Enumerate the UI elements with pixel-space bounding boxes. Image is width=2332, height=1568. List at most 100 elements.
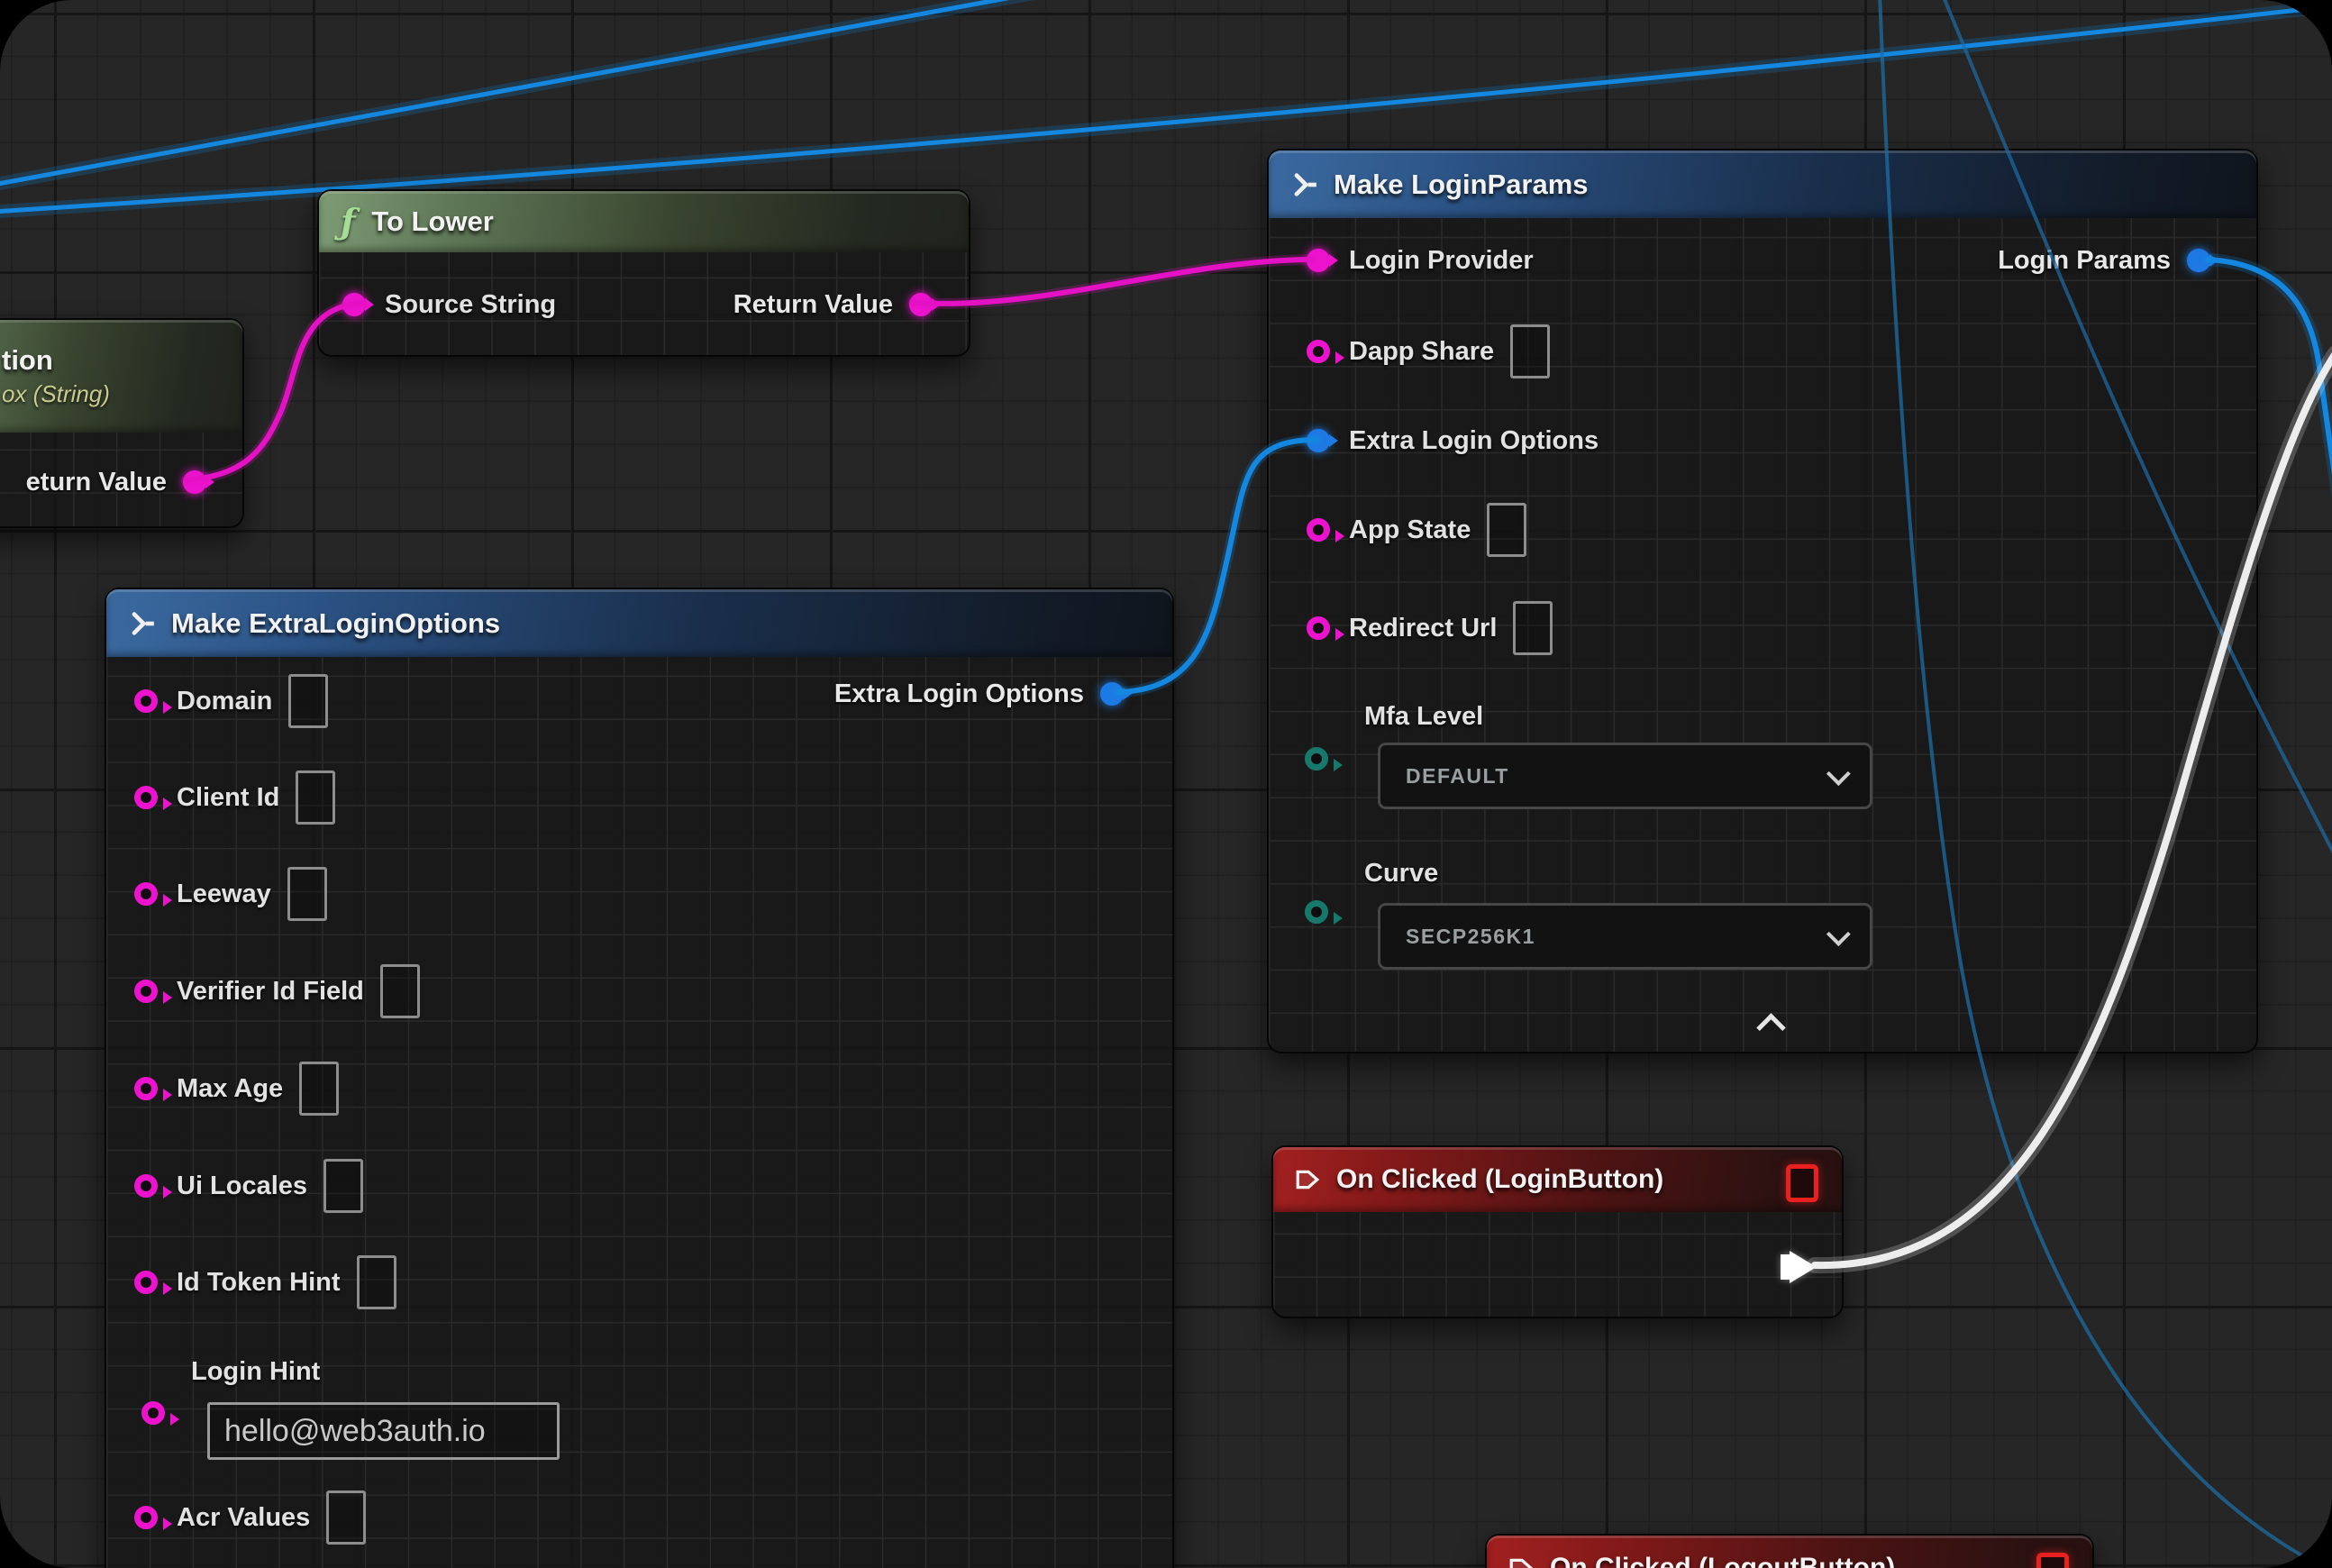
return-value-output-row: eturn Value xyxy=(26,459,206,506)
extra-login-options-output-pin[interactable] xyxy=(1100,682,1124,706)
dapp-share-value-input[interactable] xyxy=(1510,324,1550,378)
dapp-share-row: Dapp Share xyxy=(1307,319,1550,384)
node-on-clicked-logout-title: On Clicked (LogoutButton) xyxy=(1550,1553,1895,1568)
node-make-login-params-title: Make LoginParams xyxy=(1334,169,1589,201)
wire-ambient-blue-top xyxy=(0,0,1036,185)
dropdown-chevron-icon xyxy=(1826,922,1851,946)
redirect-url-value-input[interactable] xyxy=(1513,601,1553,655)
dapp-share-pin[interactable] xyxy=(1307,340,1330,363)
app-state-value-input[interactable] xyxy=(1487,503,1526,557)
ui-locales-value-input[interactable] xyxy=(323,1159,363,1213)
leeway-row: Leeway xyxy=(134,861,327,926)
max-age-value-input[interactable] xyxy=(299,1062,339,1116)
node-make-login-params-header[interactable]: Make LoginParams xyxy=(1269,150,2256,218)
ui-locales-pin[interactable] xyxy=(134,1174,158,1198)
app-state-pin[interactable] xyxy=(1307,518,1330,542)
domain-value-input[interactable] xyxy=(288,674,328,728)
id-token-hint-value-input[interactable] xyxy=(357,1255,396,1309)
id-token-hint-row: Id Token Hint xyxy=(134,1250,396,1315)
wire-to-lower-to-provider-wire xyxy=(914,260,1314,304)
node-get-text-partial[interactable]: tion ox (String) eturn Value xyxy=(0,318,244,528)
max-age-label: Max Age xyxy=(177,1074,283,1104)
redirect-url-label: Redirect Url xyxy=(1349,614,1497,643)
client-id-row: Client Id xyxy=(134,765,335,830)
mfa-level-pin[interactable] xyxy=(1305,747,1328,770)
max-age-row: Max Age xyxy=(134,1056,339,1121)
leeway-label: Leeway xyxy=(177,880,271,909)
node-get-text-header[interactable]: tion ox (String) xyxy=(0,320,242,433)
login-hint-label: Login Hint xyxy=(191,1357,320,1387)
curve-pin[interactable] xyxy=(1305,900,1328,924)
client-id-value-input[interactable] xyxy=(296,770,335,825)
wire-ambient-blue-top xyxy=(0,0,1036,185)
source-string-row: Source String xyxy=(342,272,556,337)
curve-dropdown[interactable]: SECP256K1 xyxy=(1378,903,1872,970)
source-string-input-pin[interactable] xyxy=(342,293,366,316)
max-age-pin[interactable] xyxy=(134,1077,158,1100)
mfa-level-label: Mfa Level xyxy=(1364,702,1483,732)
to-lower-return-pin[interactable] xyxy=(909,293,933,316)
curve-value: SECP256K1 xyxy=(1406,925,1535,949)
function-icon: ƒ xyxy=(341,205,355,239)
login-provider-row: Login Provider xyxy=(1307,228,1534,293)
collapse-node-chevron[interactable] xyxy=(1756,1013,1786,1043)
make-struct-icon xyxy=(128,610,155,637)
ui-locales-row: Ui Locales xyxy=(134,1153,363,1218)
extra-login-options-input-label: Extra Login Options xyxy=(1349,426,1599,456)
node-to-lower-header[interactable]: ƒ To Lower xyxy=(319,191,969,252)
node-to-lower[interactable]: ƒ To Lower Source String Return Value xyxy=(317,189,970,357)
domain-row: Domain xyxy=(134,669,328,734)
client-id-pin[interactable] xyxy=(134,786,158,809)
domain-label: Domain xyxy=(177,687,272,716)
extra-login-options-input-row: Extra Login Options xyxy=(1307,408,1599,473)
acr-values-value-input[interactable] xyxy=(326,1491,366,1545)
mfa-level-dropdown[interactable]: DEFAULT xyxy=(1378,743,1872,809)
blueprint-graph-canvas[interactable]: tion ox (String) eturn Value ƒ To Lower … xyxy=(0,0,2332,1568)
delegate-pin-icon[interactable] xyxy=(1786,1164,1818,1202)
dropdown-chevron-icon xyxy=(1826,761,1851,786)
event-icon xyxy=(1295,1167,1320,1192)
node-on-clicked-logout-button[interactable]: On Clicked (LogoutButton) xyxy=(1485,1534,2094,1568)
login-params-output-label: Login Params xyxy=(1998,246,2171,276)
return-value-output-pin[interactable] xyxy=(183,470,206,494)
node-on-clicked-logout-header[interactable]: On Clicked (LogoutButton) xyxy=(1487,1536,2092,1568)
verifier-id-field-value-input[interactable] xyxy=(380,964,420,1018)
node-make-extra-login-options[interactable]: Make ExtraLoginOptions Domain Client Id … xyxy=(105,588,1174,1568)
login-params-output-pin[interactable] xyxy=(2187,249,2210,272)
node-on-clicked-login-title: On Clicked (LoginButton) xyxy=(1336,1164,1663,1195)
login-params-output-row: Login Params xyxy=(1998,237,2210,284)
client-id-label: Client Id xyxy=(177,783,279,813)
redirect-url-pin[interactable] xyxy=(1307,616,1330,640)
event-icon xyxy=(1508,1555,1534,1568)
leeway-pin[interactable] xyxy=(134,882,158,906)
domain-pin[interactable] xyxy=(134,689,158,713)
id-token-hint-pin[interactable] xyxy=(134,1271,158,1294)
node-title-fragment: tion xyxy=(2,344,53,377)
extra-login-options-output-row: Extra Login Options xyxy=(834,670,1124,717)
delegate-pin-icon[interactable] xyxy=(2036,1553,2069,1568)
verifier-id-field-label: Verifier Id Field xyxy=(177,977,364,1007)
to-lower-output-row: Return Value xyxy=(733,281,933,328)
id-token-hint-label: Id Token Hint xyxy=(177,1268,341,1298)
ui-locales-label: Ui Locales xyxy=(177,1171,307,1201)
login-hint-pin[interactable] xyxy=(141,1401,165,1425)
return-value-output-label: eturn Value xyxy=(26,468,167,497)
to-lower-return-label: Return Value xyxy=(733,290,893,320)
node-make-extra-login-options-title: Make ExtraLoginOptions xyxy=(171,607,500,640)
node-make-login-params[interactable]: Make LoginParams Login Provider Dapp Sha… xyxy=(1267,149,2258,1053)
leeway-value-input[interactable] xyxy=(287,867,327,921)
node-on-clicked-login-button[interactable]: On Clicked (LoginButton) xyxy=(1271,1145,1844,1318)
node-on-clicked-login-header[interactable]: On Clicked (LoginButton) xyxy=(1273,1147,1842,1212)
extra-login-options-input-pin[interactable] xyxy=(1307,429,1330,452)
login-hint-value-input[interactable] xyxy=(207,1402,560,1460)
redirect-url-row: Redirect Url xyxy=(1307,596,1553,661)
exec-output-pin[interactable] xyxy=(1790,1251,1817,1283)
node-to-lower-title: To Lower xyxy=(371,205,493,238)
source-string-label: Source String xyxy=(385,290,556,320)
acr-values-pin[interactable] xyxy=(134,1506,158,1529)
node-make-extra-login-options-header[interactable]: Make ExtraLoginOptions xyxy=(106,589,1172,657)
acr-values-label: Acr Values xyxy=(177,1503,310,1533)
make-struct-icon xyxy=(1290,171,1317,198)
verifier-id-field-pin[interactable] xyxy=(134,980,158,1003)
login-provider-pin[interactable] xyxy=(1307,249,1330,272)
